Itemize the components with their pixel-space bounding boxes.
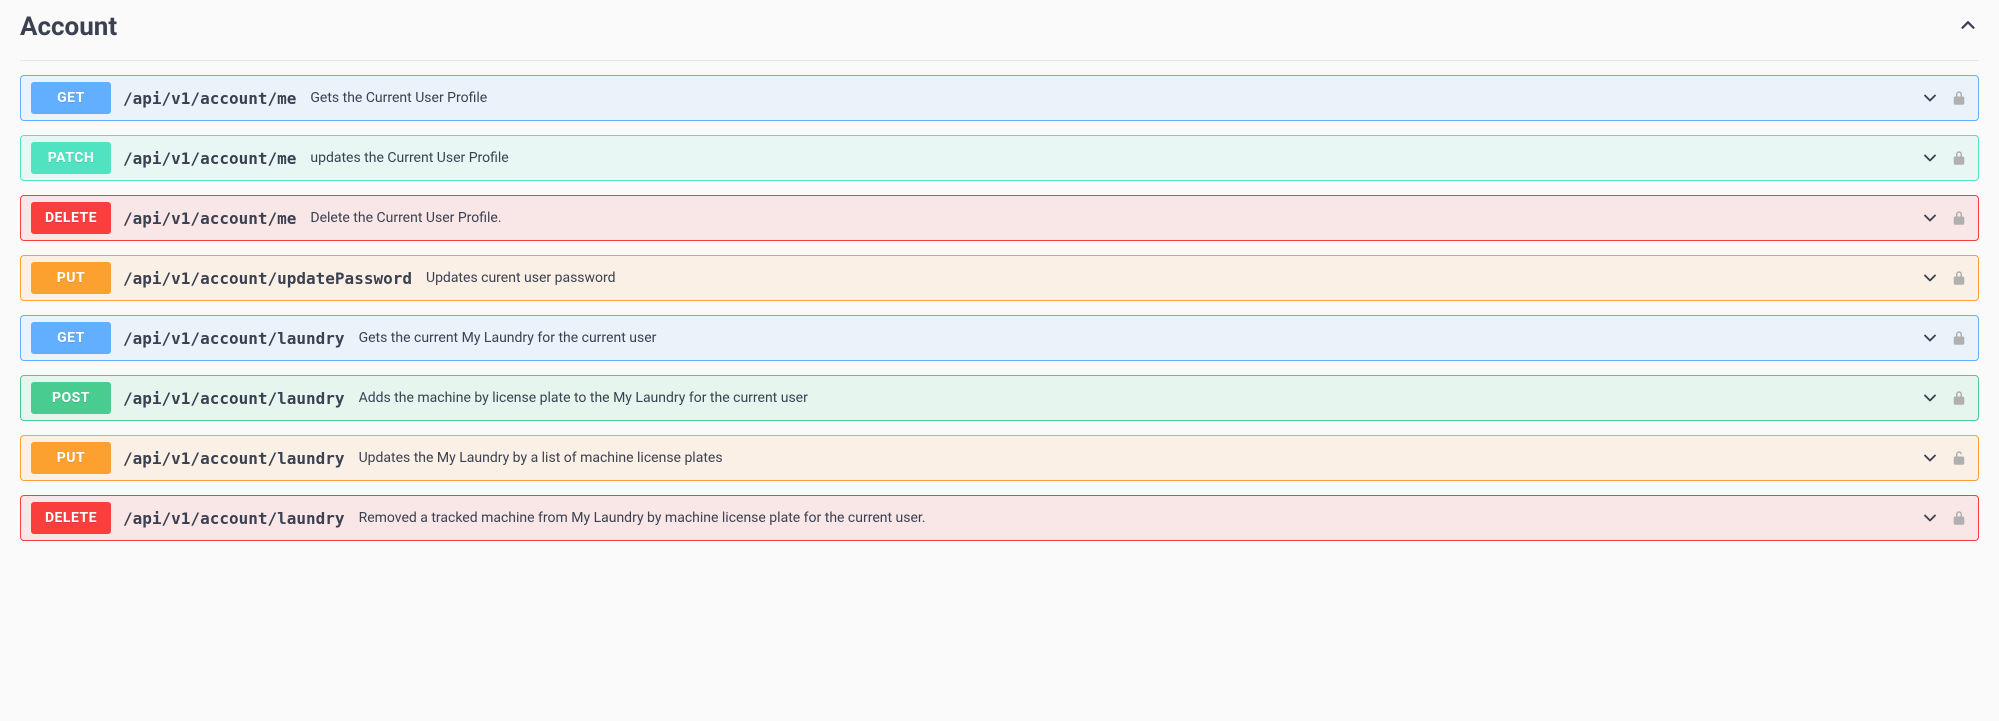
row-actions [1920,148,1968,168]
lock-icon[interactable] [1950,89,1968,107]
row-actions [1920,88,1968,108]
endpoint-description: Gets the current My Laundry for the curr… [359,330,1920,346]
operation-row[interactable]: PUT/api/v1/account/updatePassword Updates… [20,255,1979,301]
method-badge: GET [31,322,111,354]
chevron-down-icon[interactable] [1920,388,1940,408]
method-badge: PATCH [31,142,111,174]
section-title: Account [20,12,117,42]
endpoint-path: /api/v1/account/me [123,209,296,228]
operation-row[interactable]: DELETE/api/v1/account/laundry Removed a t… [20,495,1979,541]
endpoint-path: /api/v1/account/me [123,149,296,168]
method-badge: DELETE [31,502,111,534]
chevron-down-icon[interactable] [1920,88,1940,108]
lock-icon[interactable] [1950,269,1968,287]
method-badge: GET [31,82,111,114]
lock-icon[interactable] [1950,209,1968,227]
endpoint-path: /api/v1/account/laundry [123,449,345,468]
operation-row[interactable]: PATCH/api/v1/account/me updates the Curre… [20,135,1979,181]
method-badge: POST [31,382,111,414]
method-badge: PUT [31,262,111,294]
chevron-down-icon[interactable] [1920,208,1940,228]
operation-row[interactable]: GET/api/v1/account/me Gets the Current Us… [20,75,1979,121]
operation-row[interactable]: POST/api/v1/account/laundry Adds the mach… [20,375,1979,421]
lock-icon[interactable] [1950,509,1968,527]
lock-open-icon[interactable] [1950,449,1968,467]
endpoint-description: Gets the Current User Profile [310,90,1920,106]
chevron-down-icon[interactable] [1920,148,1940,168]
endpoint-path: /api/v1/account/laundry [123,389,345,408]
endpoint-path: /api/v1/account/laundry [123,329,345,348]
endpoint-path: /api/v1/account/laundry [123,509,345,528]
row-actions [1920,388,1968,408]
endpoint-description: Adds the machine by license plate to the… [359,390,1920,406]
chevron-down-icon[interactable] [1920,448,1940,468]
endpoint-path: /api/v1/account/updatePassword [123,269,412,288]
row-actions [1920,328,1968,348]
chevron-down-icon[interactable] [1920,328,1940,348]
chevron-down-icon[interactable] [1920,268,1940,288]
endpoint-description: Delete the Current User Profile. [310,210,1920,226]
operation-row[interactable]: PUT/api/v1/account/laundry Updates the My… [20,435,1979,481]
chevron-up-icon [1957,14,1979,40]
row-actions [1920,448,1968,468]
operation-row[interactable]: GET/api/v1/account/laundry Gets the curre… [20,315,1979,361]
row-actions [1920,268,1968,288]
lock-icon[interactable] [1950,149,1968,167]
endpoint-description: Updates the My Laundry by a list of mach… [359,450,1920,466]
endpoint-description: Updates curent user password [426,270,1920,286]
operation-row[interactable]: DELETE/api/v1/account/me Delete the Curre… [20,195,1979,241]
method-badge: PUT [31,442,111,474]
section-header[interactable]: Account [20,0,1979,61]
method-badge: DELETE [31,202,111,234]
row-actions [1920,508,1968,528]
endpoint-description: updates the Current User Profile [310,150,1920,166]
endpoint-path: /api/v1/account/me [123,89,296,108]
row-actions [1920,208,1968,228]
endpoint-description: Removed a tracked machine from My Laundr… [359,510,1920,526]
chevron-down-icon[interactable] [1920,508,1940,528]
lock-icon[interactable] [1950,329,1968,347]
lock-icon[interactable] [1950,389,1968,407]
operation-list: GET/api/v1/account/me Gets the Current Us… [20,75,1979,541]
